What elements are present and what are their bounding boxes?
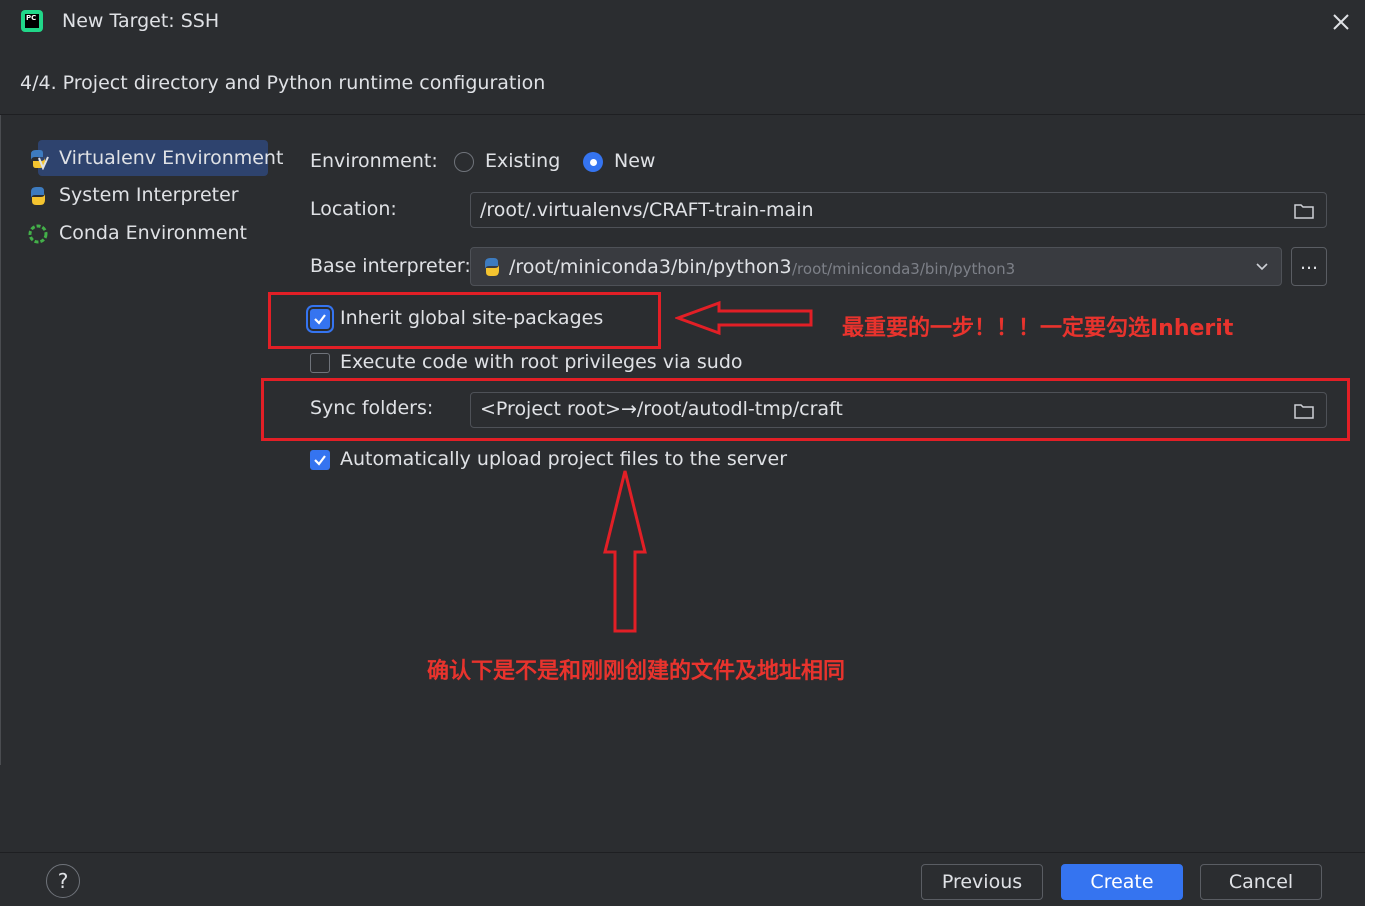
base-interpreter-hint: /root/miniconda3/bin/python3 — [792, 260, 1016, 278]
chevron-down-icon — [1256, 263, 1268, 271]
radio-existing[interactable] — [454, 152, 474, 172]
checkmark-icon — [314, 455, 326, 466]
footer-divider — [0, 852, 1365, 853]
conda-icon — [28, 224, 48, 244]
environment-label: Environment: — [310, 150, 438, 172]
step-heading: 4/4. Project directory and Python runtim… — [20, 72, 546, 94]
dialog-title: New Target: SSH — [62, 10, 220, 32]
left-border — [0, 115, 1, 765]
sidebar-item-label: Virtualenv Environment — [59, 147, 284, 169]
left-arrow-icon — [675, 300, 813, 336]
up-arrow-icon — [603, 470, 647, 633]
cancel-button[interactable]: Cancel — [1200, 864, 1322, 900]
base-interpreter-value: /root/miniconda3/bin/python3 — [509, 256, 792, 278]
virtualenv-icon — [31, 150, 49, 170]
create-button[interactable]: Create — [1061, 864, 1183, 900]
new-target-dialog: PC New Target: SSH 4/4. Project director… — [0, 0, 1365, 906]
previous-button[interactable]: Previous — [921, 864, 1043, 900]
base-interpreter-label: Base interpreter: — [310, 255, 471, 277]
header-divider — [0, 114, 1365, 115]
close-icon[interactable] — [1330, 11, 1352, 33]
radio-existing-label[interactable]: Existing — [485, 150, 560, 172]
sync-highlight-box — [261, 378, 1350, 441]
sidebar-item-system-interpreter[interactable]: System Interpreter — [59, 184, 239, 206]
upload-label[interactable]: Automatically upload project files to th… — [340, 448, 787, 470]
base-interpreter-select[interactable]: /root/miniconda3/bin/python3 /root/minic… — [470, 247, 1282, 286]
pycharm-logo-icon: PC — [21, 10, 43, 32]
location-label: Location: — [310, 198, 397, 220]
inherit-annotation: 最重要的一步！！！一定要勾选Inherit — [842, 316, 1234, 341]
sidebar-item-conda[interactable]: Conda Environment — [59, 222, 247, 244]
inherit-highlight-box — [268, 292, 661, 349]
folder-icon[interactable] — [1293, 202, 1315, 220]
radio-new[interactable] — [583, 152, 603, 172]
help-button[interactable]: ? — [46, 864, 80, 898]
title-bar: PC New Target: SSH — [0, 0, 1365, 44]
sync-annotation: 确认下是不是和刚刚创建的文件及地址相同 — [427, 659, 846, 684]
location-value: /root/.virtualenvs/CRAFT-train-main — [480, 199, 814, 221]
sudo-label[interactable]: Execute code with root privileges via su… — [340, 351, 743, 373]
radio-new-label[interactable]: New — [614, 150, 655, 172]
sudo-checkbox[interactable] — [310, 353, 330, 373]
upload-checkbox[interactable] — [310, 450, 330, 470]
python-icon — [31, 187, 45, 205]
location-field[interactable]: /root/.virtualenvs/CRAFT-train-main — [470, 192, 1327, 228]
python-icon — [485, 258, 499, 276]
browse-interpreter-button[interactable]: ... — [1291, 247, 1327, 286]
